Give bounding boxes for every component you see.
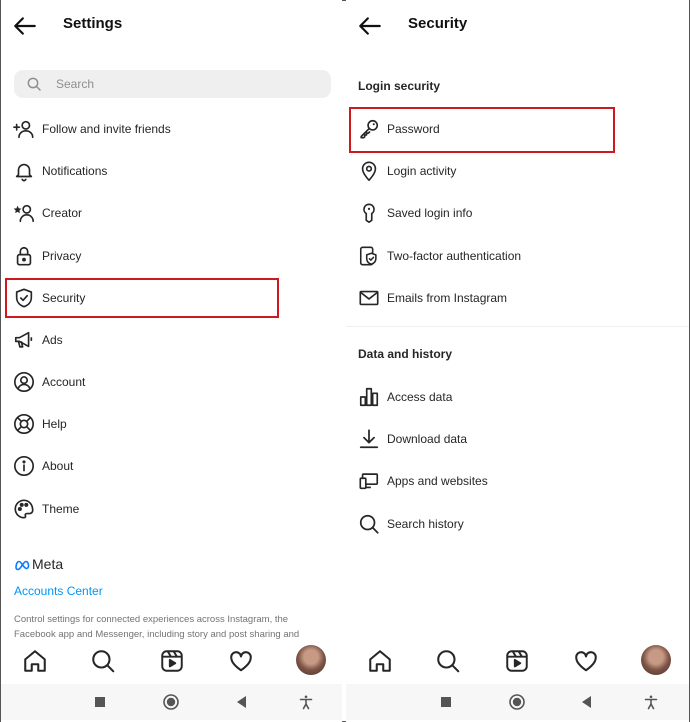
- megaphone-icon: [14, 331, 33, 348]
- security-item-password[interactable]: Password: [346, 108, 689, 150]
- security-item-label: Apps and websites: [387, 474, 488, 488]
- settings-item-account[interactable]: Account: [1, 361, 342, 403]
- home-circle-icon[interactable]: [163, 694, 179, 710]
- security-item-search-history[interactable]: Search history: [346, 503, 689, 545]
- security-panel: Security Login security Password Login a…: [346, 0, 689, 722]
- settings-item-label: Theme: [42, 502, 80, 516]
- home-icon[interactable]: [22, 648, 48, 674]
- section-header-login-security: Login security: [358, 79, 441, 93]
- back-triangle-icon[interactable]: [234, 694, 250, 710]
- accessibility-icon[interactable]: [643, 694, 659, 710]
- security-item-label: Saved login info: [387, 206, 473, 220]
- security-item-two-factor[interactable]: Two-factor authentication: [346, 235, 689, 277]
- home-icon[interactable]: [367, 648, 393, 674]
- back-arrow-icon[interactable]: [357, 13, 383, 39]
- shield-device-icon: [359, 246, 377, 266]
- settings-item-help[interactable]: Help: [1, 403, 342, 445]
- settings-item-label: About: [42, 459, 74, 473]
- add-person-icon: [13, 120, 34, 139]
- search-icon[interactable]: [90, 648, 116, 674]
- settings-item-label: Ads: [42, 333, 63, 347]
- bar-chart-icon: [359, 387, 379, 407]
- heart-icon[interactable]: [228, 648, 254, 674]
- lock-icon: [16, 246, 32, 266]
- profile-avatar[interactable]: [296, 645, 326, 675]
- security-item-label: Access data: [387, 390, 453, 404]
- settings-item-label: Help: [42, 417, 67, 431]
- meta-description: Control settings for connected experienc…: [14, 614, 300, 640]
- download-icon: [359, 429, 379, 449]
- settings-item-creator[interactable]: Creator: [1, 192, 342, 234]
- search-input[interactable]: Search: [14, 70, 331, 98]
- settings-item-ads[interactable]: Ads: [1, 319, 342, 361]
- key-icon: [360, 119, 379, 139]
- system-navigation-bar: [346, 684, 689, 720]
- settings-item-theme[interactable]: Theme: [1, 488, 342, 530]
- settings-item-label: Notifications: [42, 164, 108, 178]
- back-triangle-icon[interactable]: [579, 694, 595, 710]
- settings-header: Settings: [1, 0, 342, 50]
- keyhole-icon: [363, 203, 375, 223]
- settings-item-about[interactable]: About: [1, 445, 342, 487]
- settings-item-label: Account: [42, 375, 86, 389]
- search-icon: [359, 514, 379, 534]
- profile-avatar[interactable]: [641, 645, 671, 675]
- bottom-tab-bar: [1, 640, 342, 682]
- recents-square-icon[interactable]: [92, 694, 108, 710]
- section-header-data-history: Data and history: [358, 347, 453, 361]
- security-item-label: Login activity: [387, 164, 457, 178]
- settings-item-privacy[interactable]: Privacy: [1, 235, 342, 277]
- reels-icon[interactable]: [504, 648, 530, 674]
- settings-item-follow-invite[interactable]: Follow and invite friends: [1, 108, 342, 150]
- security-item-label: Download data: [387, 432, 468, 446]
- location-pin-icon: [361, 161, 377, 181]
- bottom-tab-bar: [346, 640, 689, 682]
- home-circle-icon[interactable]: [509, 694, 525, 710]
- recents-square-icon[interactable]: [438, 694, 454, 710]
- security-header: Security: [346, 0, 689, 50]
- security-item-label: Emails from Instagram: [387, 291, 508, 305]
- security-item-download-data[interactable]: Download data: [346, 418, 689, 460]
- security-item-apps-websites[interactable]: Apps and websites: [346, 460, 689, 502]
- creator-icon: [13, 204, 34, 223]
- accounts-center-link[interactable]: Accounts Center: [14, 584, 103, 598]
- info-icon: [14, 456, 34, 476]
- meta-logo-icon: [15, 560, 30, 571]
- heart-icon[interactable]: [573, 648, 599, 674]
- meta-brand-text: Meta: [32, 556, 64, 572]
- system-navigation-bar: [1, 684, 342, 720]
- settings-panel: Settings Search Follow and invite friend…: [1, 0, 342, 722]
- lifebuoy-icon: [14, 414, 34, 434]
- accessibility-icon[interactable]: [298, 694, 314, 710]
- palette-icon: [14, 499, 34, 519]
- settings-item-security[interactable]: Security: [1, 277, 342, 319]
- bell-icon: [15, 163, 33, 182]
- security-item-login-activity[interactable]: Login activity: [346, 150, 689, 192]
- laptop-icon: [359, 473, 379, 490]
- security-item-label: Two-factor authentication: [387, 249, 522, 263]
- settings-item-label: Creator: [42, 206, 83, 220]
- security-item-label: Search history: [387, 517, 464, 531]
- search-placeholder: Search: [56, 77, 95, 91]
- page-title: Security: [408, 15, 468, 32]
- page-title: Settings: [63, 15, 123, 32]
- search-icon: [27, 77, 41, 91]
- security-item-access-data[interactable]: Access data: [346, 376, 689, 418]
- shield-check-icon: [15, 288, 33, 308]
- settings-item-notifications[interactable]: Notifications: [1, 150, 342, 192]
- security-item-emails[interactable]: Emails from Instagram: [346, 277, 689, 319]
- section-divider: [346, 326, 689, 327]
- settings-item-label: Security: [42, 291, 86, 305]
- settings-item-label: Privacy: [42, 249, 82, 263]
- security-item-saved-login[interactable]: Saved login info: [346, 192, 689, 234]
- search-icon[interactable]: [435, 648, 461, 674]
- settings-item-label: Follow and invite friends: [42, 122, 171, 136]
- back-arrow-icon[interactable]: [12, 13, 38, 39]
- security-item-label: Password: [387, 122, 440, 136]
- envelope-icon: [359, 290, 379, 306]
- account-circle-icon: [14, 372, 34, 392]
- reels-icon[interactable]: [159, 648, 185, 674]
